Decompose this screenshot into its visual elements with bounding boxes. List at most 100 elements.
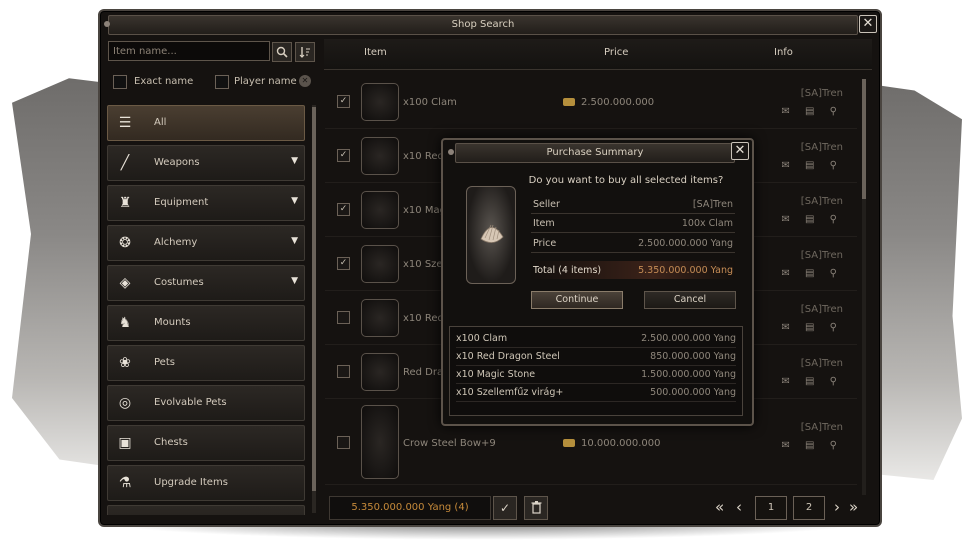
category-all[interactable]: ☰ All [107,105,305,141]
seller-label: Seller [533,199,560,210]
column-info[interactable]: Info [774,47,793,58]
item-label: Item [533,218,555,229]
seller-name[interactable]: [SA]Tren [801,142,843,153]
exact-name-label: Exact name [134,76,194,87]
row-checkbox[interactable]: ✓ [337,95,350,108]
category-upgrade-items[interactable]: ⚗ Upgrade Items [107,465,305,501]
seller-value: [SA]Tren [692,199,733,210]
row-action-icons[interactable]: ✉ ▤ ⚲ [781,160,843,171]
yang-coin-icon [563,98,575,106]
list-item-name: x10 Magic Stone [456,369,536,380]
category-more[interactable] [107,505,305,515]
row-checkbox[interactable]: ✓ [337,203,350,216]
category-chests[interactable]: ▣ Chests [107,425,305,461]
row-checkbox[interactable]: ✓ [337,257,350,270]
column-price[interactable]: Price [604,47,628,58]
scrollbar-thumb[interactable] [862,79,866,199]
row-checkbox[interactable] [337,365,350,378]
list-item: x100 Clam 2.500.000.000 Yang [456,329,736,348]
item-slot[interactable] [361,353,399,391]
row-checkbox[interactable] [337,436,350,449]
category-alchemy[interactable]: ❂ Alchemy ▼ [107,225,305,261]
confirm-purchase-button[interactable]: ✓ [493,496,517,520]
category-label: Alchemy [154,237,198,248]
trash-icon[interactable] [524,496,548,520]
item-name-search-input[interactable]: Item name... [108,41,270,61]
table-row[interactable]: ✓ x100 Clam 2.500.000.000 [SA]Tren ✉ ▤ ⚲ [325,76,857,129]
seller-name[interactable]: [SA]Tren [801,196,843,207]
selected-total: 5.350.000.000 Yang (4) [329,496,491,520]
list-item-name: x100 Clam [456,333,508,344]
gem-icon: ❂ [119,235,131,251]
page-1-button[interactable]: 1 [755,496,787,520]
item-name: Red Dra [403,367,444,378]
item-price: 2.500.000.000 [563,97,654,108]
chevron-down-icon: ▼ [291,196,298,206]
dialog-title[interactable]: Purchase Summary [455,143,735,163]
category-label: Evolvable Pets [154,397,227,408]
window-close-button[interactable]: ✕ [859,15,877,33]
exact-name-checkbox[interactable] [113,75,127,89]
results-scrollbar[interactable] [862,79,866,495]
row-checkbox[interactable]: ✓ [337,149,350,162]
item-slot[interactable] [361,137,399,175]
prev-page-icon[interactable]: ‹ [736,496,742,518]
item-slot[interactable] [361,83,399,121]
category-weapons[interactable]: ╱ Weapons ▼ [107,145,305,181]
dialog-close-button[interactable]: ✕ [731,142,749,160]
pin-icon [104,21,110,27]
category-label: All [154,117,167,128]
last-page-icon[interactable]: » [849,496,858,518]
row-action-icons[interactable]: ✉ ▤ ⚲ [781,376,843,387]
page-2-button[interactable]: 2 [793,496,825,520]
flask-icon: ⚗ [118,475,132,491]
list-item-price: 850.000.000 Yang [650,351,736,362]
category-costumes[interactable]: ◈ Costumes ▼ [107,265,305,301]
clear-filters-icon[interactable]: ✕ [299,75,311,87]
row-action-icons[interactable]: ✉ ▤ ⚲ [781,214,843,225]
player-name-label: Player name [234,76,297,87]
list-item-price: 1.500.000.000 Yang [641,369,736,380]
list-item-price: 2.500.000.000 Yang [641,333,736,344]
search-icon[interactable] [272,42,292,62]
list-item: x10 Red Dragon Steel 850.000.000 Yang [456,347,736,366]
row-action-icons[interactable]: ✉ ▤ ⚲ [781,106,843,117]
seller-name[interactable]: [SA]Tren [801,304,843,315]
row-action-icons[interactable]: ✉ ▤ ⚲ [781,440,843,451]
item-slot[interactable] [361,299,399,337]
row-action-icons[interactable]: ✉ ▤ ⚲ [781,268,843,279]
list-item-price: 500.000.000 Yang [650,387,736,398]
item-slot[interactable] [361,191,399,229]
next-page-icon[interactable]: › [834,496,840,518]
category-label: Costumes [154,277,204,288]
sort-icon[interactable] [295,42,315,62]
seller-name[interactable]: [SA]Tren [801,88,843,99]
armor-icon: ♜ [118,195,132,211]
summary-price-row: Price 2.500.000.000 Yang [531,234,735,253]
category-pets[interactable]: ❀ Pets [107,345,305,381]
item-slot[interactable] [361,245,399,283]
category-label: Upgrade Items [154,477,228,488]
category-equipment[interactable]: ♜ Equipment ▼ [107,185,305,221]
chevron-down-icon: ▼ [291,156,298,166]
category-list: ☰ All ╱ Weapons ▼ ♜ Equipment ▼ ❂ Alchem… [107,105,308,515]
player-name-checkbox[interactable] [215,75,229,89]
horse-icon: ♞ [118,315,132,331]
seller-name[interactable]: [SA]Tren [801,422,843,433]
window-title[interactable]: Shop Search [108,15,858,35]
column-item[interactable]: Item [364,47,387,58]
first-page-icon[interactable]: « [715,496,724,518]
seller-name[interactable]: [SA]Tren [801,250,843,261]
row-action-icons[interactable]: ✉ ▤ ⚲ [781,322,843,333]
continue-button[interactable]: Continue [531,291,623,309]
item-slot[interactable] [361,405,399,479]
category-mounts[interactable]: ♞ Mounts [107,305,305,341]
seller-name[interactable]: [SA]Tren [801,358,843,369]
row-checkbox[interactable] [337,311,350,324]
scrollbar-thumb[interactable] [312,107,316,491]
cancel-button[interactable]: Cancel [644,291,736,309]
chevron-down-icon: ▼ [291,236,298,246]
category-evolvable-pets[interactable]: ◎ Evolvable Pets [107,385,305,421]
category-scrollbar[interactable] [312,105,316,513]
price-label: Price [533,238,557,249]
